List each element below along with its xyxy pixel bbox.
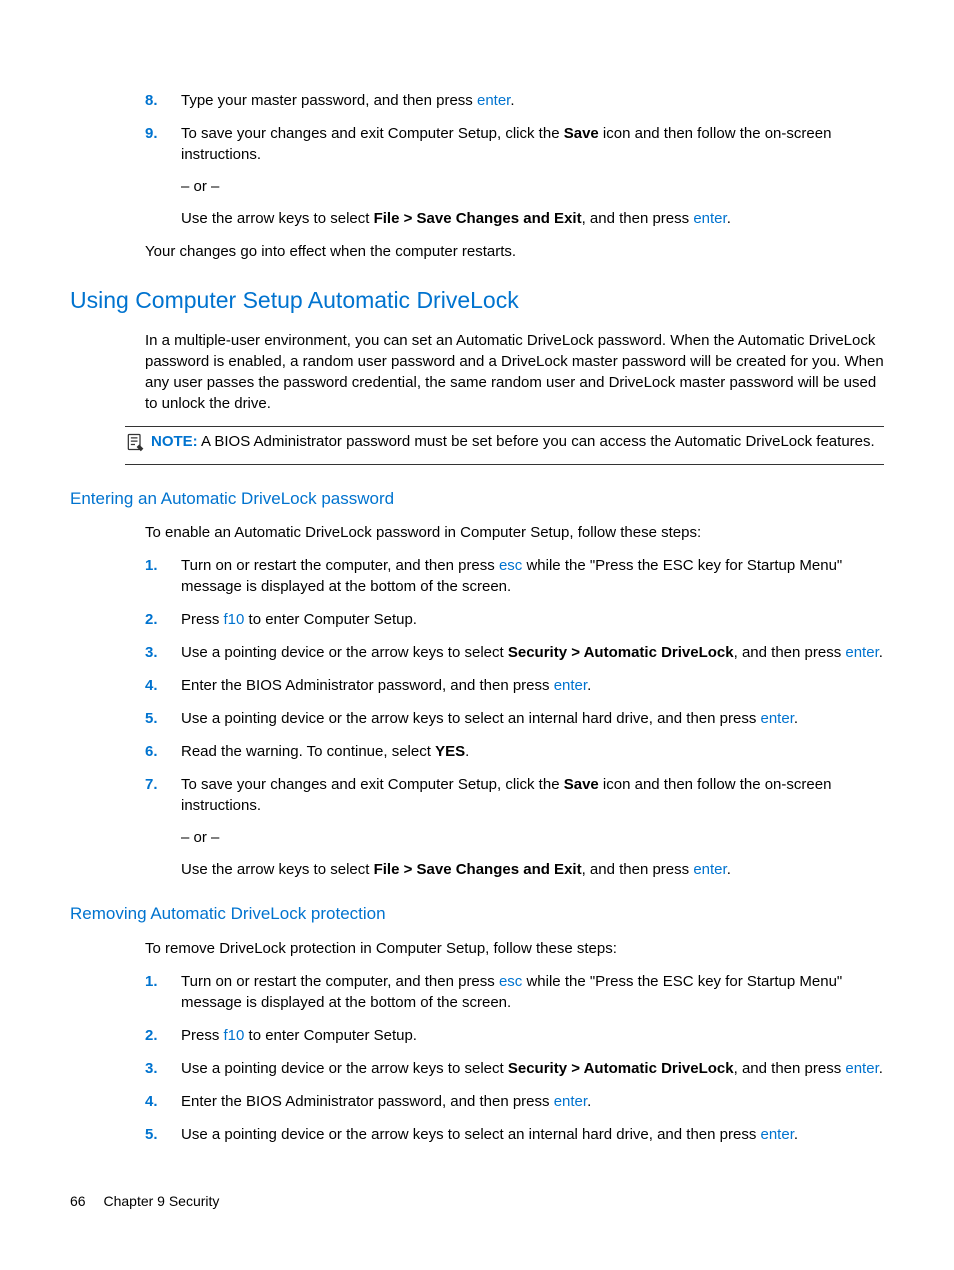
list-item-body: To save your changes and exit Computer S… (181, 123, 884, 229)
heading-using-automatic-drivelock: Using Computer Setup Automatic DriveLock (70, 284, 884, 316)
list-item: 7. To save your changes and exit Computer… (145, 774, 884, 880)
list-number: 2. (145, 609, 158, 630)
list-item: 8. Type your master password, and then pr… (145, 90, 884, 111)
note-body: NOTE: A BIOS Administrator password must… (151, 431, 884, 452)
list-item-body: Turn on or restart the computer, and the… (181, 555, 884, 597)
ordered-list-2: 1. Turn on or restart the computer, and t… (145, 555, 884, 880)
list-number: 9. (145, 123, 158, 144)
note-icon (125, 432, 145, 459)
list-item-body: Use a pointing device or the arrow keys … (181, 708, 884, 729)
heading-removing-automatic-drivelock: Removing Automatic DriveLock protection (70, 902, 884, 926)
list-number: 6. (145, 741, 158, 762)
list-item-body: Press f10 to enter Computer Setup. (181, 1025, 884, 1046)
list-item: 5. Use a pointing device or the arrow key… (145, 1124, 884, 1145)
list-item-body: Use a pointing device or the arrow keys … (181, 642, 884, 663)
list-number: 8. (145, 90, 158, 111)
chapter-label: Chapter 9 Security (103, 1193, 219, 1209)
list-item: 2. Press f10 to enter Computer Setup. (145, 609, 884, 630)
list-item: 5. Use a pointing device or the arrow key… (145, 708, 884, 729)
list-item: 4. Enter the BIOS Administrator password,… (145, 675, 884, 696)
list-item-body: To save your changes and exit Computer S… (181, 774, 884, 880)
list-item: 2. Press f10 to enter Computer Setup. (145, 1025, 884, 1046)
list-item-body: Enter the BIOS Administrator password, a… (181, 675, 884, 696)
list-number: 1. (145, 971, 158, 992)
list-item-subparagraph: Use the arrow keys to select File > Save… (181, 859, 884, 880)
list-number: 4. (145, 675, 158, 696)
list-number: 7. (145, 774, 158, 795)
page-content: 8. Type your master password, and then pr… (70, 90, 884, 1145)
paragraph-removing-intro: To remove DriveLock protection in Comput… (145, 938, 884, 959)
ordered-list-3: 1. Turn on or restart the computer, and t… (145, 971, 884, 1145)
list-item-body: Turn on or restart the computer, and the… (181, 971, 884, 1013)
list-item-body: Enter the BIOS Administrator password, a… (181, 1091, 884, 1112)
list-item: 3. Use a pointing device or the arrow key… (145, 642, 884, 663)
list-number: 3. (145, 642, 158, 663)
paragraph-entering-intro: To enable an Automatic DriveLock passwor… (145, 522, 884, 543)
list-item-body: Read the warning. To continue, select YE… (181, 741, 884, 762)
paragraph-intro-automatic-drivelock: In a multiple-user environment, you can … (145, 330, 884, 414)
note-text: A BIOS Administrator password must be se… (201, 433, 875, 450)
list-item: 4. Enter the BIOS Administrator password,… (145, 1091, 884, 1112)
list-number: 5. (145, 1124, 158, 1145)
note-callout: NOTE: A BIOS Administrator password must… (125, 426, 884, 464)
list-item-body: Use a pointing device or the arrow keys … (181, 1058, 884, 1079)
list-number: 3. (145, 1058, 158, 1079)
page-number: 66 (70, 1193, 86, 1209)
list-item: 6. Read the warning. To continue, select … (145, 741, 884, 762)
page-footer: 66 Chapter 9 Security (70, 1192, 219, 1212)
list-item-body: Press f10 to enter Computer Setup. (181, 609, 884, 630)
paragraph-after-list1: Your changes go into effect when the com… (145, 241, 884, 262)
list-number: 1. (145, 555, 158, 576)
list-item-subparagraph: – or – (181, 176, 884, 197)
list-item: 3. Use a pointing device or the arrow key… (145, 1058, 884, 1079)
list-item: 1. Turn on or restart the computer, and t… (145, 971, 884, 1013)
list-item-subparagraph: – or – (181, 827, 884, 848)
list-item-body: Use a pointing device or the arrow keys … (181, 1124, 884, 1145)
list-item: 1. Turn on or restart the computer, and t… (145, 555, 884, 597)
ordered-list-1: 8. Type your master password, and then pr… (145, 90, 884, 229)
list-number: 4. (145, 1091, 158, 1112)
list-item-body: Type your master password, and then pres… (181, 90, 884, 111)
note-label: NOTE: (151, 433, 198, 450)
list-item: 9. To save your changes and exit Computer… (145, 123, 884, 229)
heading-entering-automatic-drivelock: Entering an Automatic DriveLock password (70, 487, 884, 511)
list-number: 5. (145, 708, 158, 729)
list-number: 2. (145, 1025, 158, 1046)
list-item-subparagraph: Use the arrow keys to select File > Save… (181, 208, 884, 229)
